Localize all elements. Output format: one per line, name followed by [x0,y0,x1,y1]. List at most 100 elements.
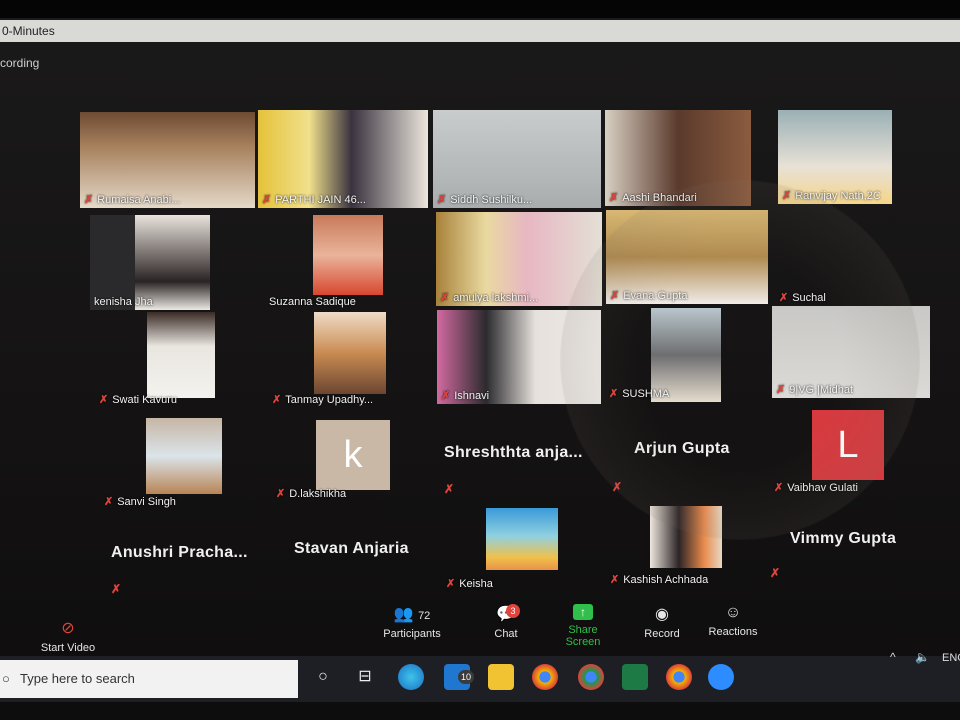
mail-badge: 10 [458,670,474,684]
meeting-toolbar [0,600,960,660]
video-tile[interactable]: ✗ Aashi Bhandari [605,110,751,206]
chrome-icon[interactable] [666,664,692,690]
participants-button[interactable]: 👥 72 Participants [380,604,444,640]
video-tile[interactable]: ✗ Ranvijay Nath,2C [778,110,892,204]
video-tile[interactable]: Anushri Pracha... ✗ [105,512,275,598]
video-tile[interactable]: kenisha Jha [90,215,210,310]
mic-muted-icon: ✗ [609,192,619,204]
tile-name: ✗ Vaibhav Gulati [774,482,858,494]
share-screen-button[interactable]: ↑ Share Screen [550,604,616,648]
video-tile[interactable]: Vimmy Gupta ✗ [766,504,916,586]
record-button[interactable]: ◉ Record [642,604,682,640]
tile-name: ✗ D.lakshikha [276,488,347,500]
reactions-icon: ☺ [724,604,742,621]
taskview-icon[interactable]: ⊟ [352,664,378,690]
tile-name: ✗ SUSHMA [609,388,670,400]
window-titlebar: 0-Minutes [0,20,960,42]
tile-name: ✗ PARTHI JAIN 46... [262,194,366,206]
monitor-bezel [0,0,960,18]
camera-off-icon: ⊘ [61,620,75,637]
zoom-icon[interactable] [708,664,734,690]
reactions-button[interactable]: ☺ Reactions [708,604,758,638]
avatar: L [812,410,884,480]
cortana-icon[interactable]: ○ [310,664,336,690]
windows-search-icon: ○ [2,671,10,686]
chrome-icon[interactable] [532,664,558,690]
window-title: 0-Minutes [2,24,55,38]
video-tile[interactable]: ✗ Siddh Sushilku... [433,110,601,208]
mic-muted-icon: ✗ [610,290,620,302]
mic-muted-icon: ✗ [446,578,456,590]
video-tile[interactable]: ✗ Keisha [442,508,562,592]
tile-name: ✗ amulya lakshmi... [440,292,539,304]
video-feed [147,312,215,398]
tile-name: ✗ Rumaisa Anabi... [84,194,181,206]
chrome-icon[interactable] [578,664,604,690]
video-tile[interactable]: ✗ PARTHI JAIN 46... [258,110,428,208]
video-tile[interactable]: Shreshthta anja... ✗ [440,416,604,500]
mic-muted-icon: ✗ [609,388,619,400]
mic-muted-icon: ✗ [441,390,451,402]
video-tile[interactable]: ✗ amulya lakshmi... [436,212,602,306]
tile-name: kenisha Jha [94,296,153,308]
tile-name: ✗ Kashish Achhada [610,574,709,586]
mic-muted-icon: ✗ [84,194,94,206]
video-tile[interactable]: L ✗ Vaibhav Gulati [770,408,890,496]
tile-name: Suzanna Sadique [269,296,356,308]
tile-name: ✗ 9|VG |Midhat [776,384,854,396]
mic-muted-icon: ✗ [444,482,455,496]
mic-muted-icon: ✗ [440,292,450,304]
mic-muted-icon: ✗ [272,394,282,406]
video-feed [486,508,558,570]
tile-name: ✗ Tanmay Upadhy... [272,394,374,406]
video-tile[interactable]: k ✗ D.lakshikha [272,418,396,502]
volume-icon[interactable]: 🔈 [915,650,930,664]
mic-muted-icon: ✗ [99,394,109,406]
tile-name: ✗ Ishnavi [441,390,490,402]
mic-muted-icon: ✗ [276,488,286,500]
mic-muted-icon: ✗ [770,566,781,580]
video-tile[interactable]: Suzanna Sadique [265,215,385,310]
video-feed [650,506,722,568]
tile-name: ✗ Ranvijay Nath,2C [782,190,881,202]
mic-muted-icon: ✗ [779,292,789,304]
participants-icon: 👥 72 [393,606,431,623]
tile-name: ✗ Keisha [446,578,493,590]
mic-muted-icon: ✗ [610,574,620,586]
language-indicator[interactable]: ENG [942,652,960,664]
record-icon: ◉ [655,606,669,623]
mic-muted-icon: ✗ [774,482,784,494]
video-tile[interactable]: ✗ Kashish Achhada [606,506,724,588]
tile-name: ✗ Suchal [779,292,826,304]
mic-muted-icon: ✗ [262,194,272,206]
video-tile[interactable]: ✗ Ishnavi [437,310,601,404]
video-feed [146,418,222,494]
video-tile[interactable]: ✗ Swati Kavuru [95,312,217,408]
taskbar-search-box[interactable]: ○ Type here to search [0,660,298,698]
video-tile[interactable]: ✗ 9|VG |Midhat [772,306,930,398]
video-tile[interactable]: ✗ Tanmay Upadhy... [268,312,388,408]
participant-name: Shreshthta anja... [444,444,583,461]
photo-of-monitor: 0-Minutes cording ✗ Rumaisa Anabi... ✗ PAR… [0,0,960,720]
excel-icon[interactable] [622,664,648,690]
recording-label: cording [0,56,40,70]
start-video-button[interactable]: ⊘ Start Video [36,618,100,654]
video-feed [313,215,383,295]
file-explorer-icon[interactable] [488,664,514,690]
video-tile[interactable]: ✗ Suchal [775,212,925,306]
edge-icon[interactable] [398,664,424,690]
avatar: k [316,420,390,490]
tile-name: ✗ Sanvi Singh [104,496,176,508]
mic-muted-icon: ✗ [437,194,447,206]
video-tile[interactable]: Arjun Gupta ✗ [608,416,768,500]
video-tile[interactable]: ✗ SUSHMA [605,308,723,402]
video-feed [314,312,386,394]
video-tile[interactable]: ✗ Evana Gupta [606,210,768,304]
video-tile[interactable]: ✗ Sanvi Singh [100,418,224,510]
video-tile[interactable]: Stavan Anjaria [280,508,430,594]
participant-name: Vimmy Gupta [790,530,897,547]
participant-name: Stavan Anjaria [294,540,409,557]
tray-chevron-icon[interactable]: ^ [890,650,896,664]
video-tile[interactable]: ✗ Rumaisa Anabi... [80,112,255,208]
mic-muted-icon: ✗ [776,384,786,396]
